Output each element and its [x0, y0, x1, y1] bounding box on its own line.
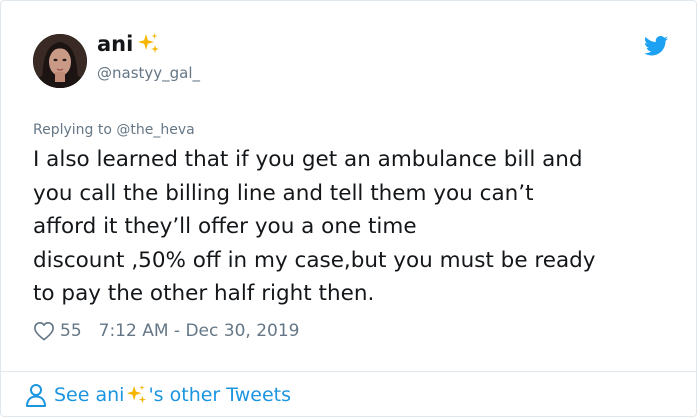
tweet-timestamp[interactable]: 7:12 AM - Dec 30, 2019 — [99, 321, 300, 341]
divider — [1, 371, 696, 372]
display-name[interactable]: ani — [97, 32, 160, 56]
avatar[interactable] — [33, 34, 87, 88]
heart-icon[interactable] — [33, 321, 55, 341]
tweet-card: ani @nastyy_gal_ Replying to @the_heva I… — [0, 0, 697, 417]
replying-to-handle[interactable]: @the_heva — [116, 122, 194, 138]
tweet-text-line: discount ,50% off in my case,but you mus… — [33, 247, 596, 273]
tweet-text-line: you call the billing line and tell them … — [33, 180, 534, 206]
tweet-text-line: afford it they’ll offer you a one time — [33, 214, 417, 240]
replying-to-line: Replying to @the_heva — [33, 122, 195, 138]
see-other-tweets-prefix: See ani — [54, 384, 125, 406]
sparkles-emoji-icon — [138, 33, 160, 53]
user-handle[interactable]: @nastyy_gal_ — [97, 64, 200, 82]
replying-to-label: Replying to — [33, 122, 112, 138]
person-icon — [26, 384, 46, 407]
tweet-text-line: to pay the other half right then. — [33, 281, 375, 307]
like-count[interactable]: 55 — [60, 321, 82, 341]
tweet-text-line: I also learned that if you get an ambula… — [33, 147, 583, 172]
see-other-tweets-suffix: 's other Tweets — [148, 384, 291, 406]
tweet-text: I also learned that if you get an ambula… — [33, 143, 673, 311]
sparkles-emoji-icon — [127, 384, 147, 404]
display-name-text: ani — [97, 32, 134, 56]
tweet-meta: 55 7:12 AM - Dec 30, 2019 — [33, 319, 299, 343]
twitter-bird-icon[interactable] — [644, 36, 668, 56]
see-other-tweets-link[interactable]: See ani 's other Tweets — [25, 381, 291, 409]
